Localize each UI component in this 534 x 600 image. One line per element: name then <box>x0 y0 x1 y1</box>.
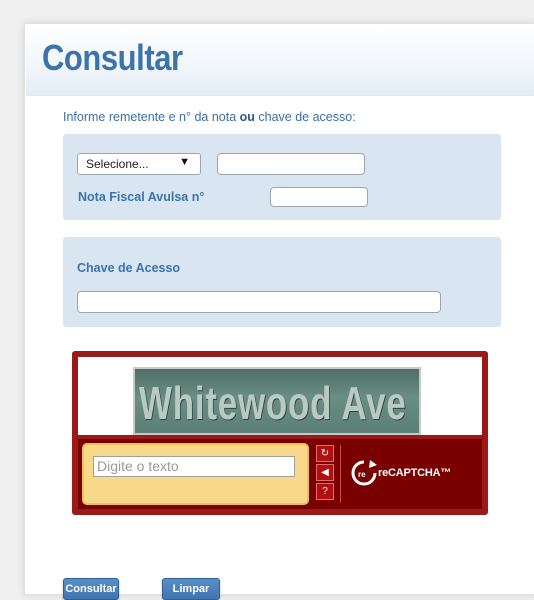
avulsa-number-input[interactable] <box>270 187 368 207</box>
instruction-part: chave de acesso: <box>254 110 356 124</box>
captcha-answer-area: Digite o texto <box>82 443 309 505</box>
svg-text:re: re <box>358 470 366 479</box>
captcha-challenge-text: Whitewood Ave <box>139 377 407 429</box>
remetente-select[interactable]: Selecione... ▼ <box>77 153 201 175</box>
chevron-down-icon: ▼ <box>179 156 190 168</box>
chave-label: Chave de Acesso <box>77 261 181 275</box>
captcha-response-input[interactable]: Digite o texto <box>93 456 295 477</box>
consulta-panel: Consultar Informe remetente e n° da nota… <box>24 23 534 600</box>
page-title: Consultar <box>42 37 183 78</box>
captcha-controls: Digite o texto ↻ ◀ ? re reCAPTCHA™ <box>78 439 482 509</box>
chave-acesso-input[interactable] <box>77 291 441 313</box>
instruction-text: Informe remetente e n° da nota ou chave … <box>63 110 356 124</box>
captcha-buttons: ↻ ◀ ? <box>316 445 336 502</box>
chave-section: Chave de Acesso <box>63 237 501 327</box>
captcha-image: Whitewood Ave <box>78 357 482 435</box>
panel-header: Consultar <box>26 25 534 96</box>
refresh-icon[interactable]: ↻ <box>316 445 334 462</box>
remetente-section: Selecione... ▼ Nota Fiscal Avulsa n° <box>63 134 501 220</box>
limpar-button[interactable]: Limpar <box>162 578 220 600</box>
street-sign-image: Whitewood Ave <box>133 367 421 435</box>
recaptcha-brand: re reCAPTCHA™ <box>350 459 451 489</box>
consultar-button[interactable]: Consultar <box>63 578 119 600</box>
recaptcha-label: reCAPTCHA™ <box>378 467 452 479</box>
recaptcha-logo-icon: re <box>351 460 377 486</box>
captcha-divider <box>340 445 341 503</box>
audio-icon[interactable]: ◀ <box>316 464 334 481</box>
instruction-emphasis: ou <box>239 110 255 124</box>
avulsa-label: Nota Fiscal Avulsa n° <box>78 190 205 204</box>
select-value: Selecione... <box>86 157 149 171</box>
instruction-part: Informe remetente e n° da nota <box>63 110 240 124</box>
nota-number-input[interactable] <box>217 153 365 175</box>
help-icon[interactable]: ? <box>316 483 334 500</box>
recaptcha-widget: Whitewood Ave Digite o texto ↻ ◀ ? re re… <box>72 351 488 515</box>
